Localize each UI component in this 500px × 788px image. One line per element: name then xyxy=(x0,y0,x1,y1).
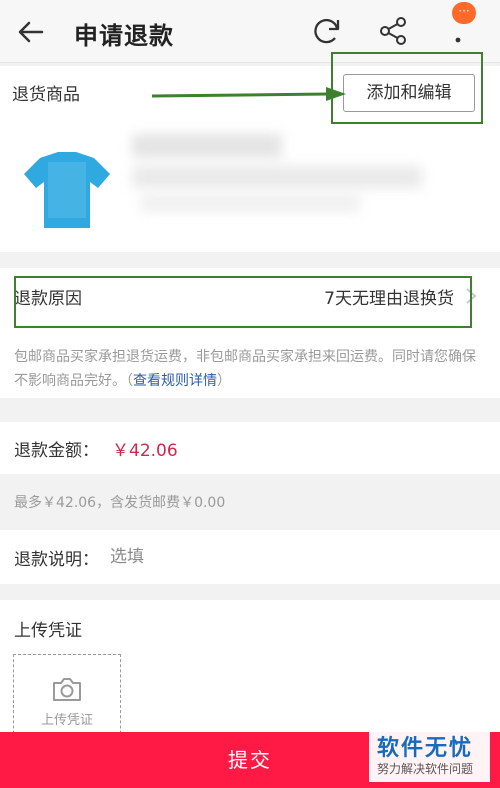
chevron-right-icon[interactable] xyxy=(464,286,478,306)
view-rules-link[interactable]: 查看规则详情 xyxy=(133,373,217,389)
refund-policy-notice: 包邮商品买家承担退货运费，非包邮商品买家承担来回运费。同时请您确保不影响商品完好… xyxy=(14,345,484,393)
blurred-product-spec xyxy=(132,166,422,188)
camera-icon xyxy=(53,678,81,701)
blurred-product-title xyxy=(132,134,282,158)
upload-proof-label: 上传凭证 xyxy=(14,621,82,641)
watermark-main-text: 软件无忧 xyxy=(377,736,474,761)
refund-description-label: 退款说明： xyxy=(14,550,99,570)
product-thumbnail-icon xyxy=(24,152,110,228)
top-bar: 申请退款 ··· xyxy=(0,0,500,63)
notice-text: 包邮商品买家承担退货运费，非包邮商品买家承担来回运费。同时请您确保不影响商品完好… xyxy=(14,349,476,389)
refund-reason-value[interactable]: 7天无理由退换货 xyxy=(324,284,454,309)
back-arrow-icon[interactable] xyxy=(16,18,46,46)
share-icon[interactable] xyxy=(376,14,410,48)
page-title: 申请退款 xyxy=(74,22,174,50)
return-goods-label: 退货商品 xyxy=(12,85,80,105)
more-vertical-icon[interactable] xyxy=(448,22,468,46)
add-and-edit-button[interactable]: 添加和编辑 xyxy=(343,74,475,112)
refund-amount-label: 退款金额： xyxy=(14,441,99,461)
refund-reason-section: 退款原因 7天无理由退换货 包邮商品买家承担退货运费，非包邮商品买家承担来回运费… xyxy=(0,268,500,398)
watermark-logo: 软件无忧 努力解决软件问题 xyxy=(369,726,490,782)
upload-proof-box-label: 上传凭证 xyxy=(40,713,93,728)
blurred-product-price xyxy=(140,194,360,212)
refresh-icon[interactable] xyxy=(310,14,344,48)
notification-badge[interactable]: ··· xyxy=(452,2,476,24)
watermark-sub-text: 努力解决软件问题 xyxy=(377,762,474,776)
refund-amount-note: 最多￥42.06，含发货邮费￥0.00 xyxy=(14,495,226,511)
refund-amount-section: 退款金额： ￥42.06 xyxy=(0,422,500,474)
refund-description-input[interactable] xyxy=(108,542,412,572)
annotation-arrow-icon xyxy=(151,87,346,101)
refund-description-section: 退款说明： xyxy=(0,530,500,584)
refund-reason-label: 退款原因 xyxy=(14,289,82,309)
refund-amount-value: ￥42.06 xyxy=(112,441,178,461)
notice-end: ） xyxy=(217,373,231,389)
